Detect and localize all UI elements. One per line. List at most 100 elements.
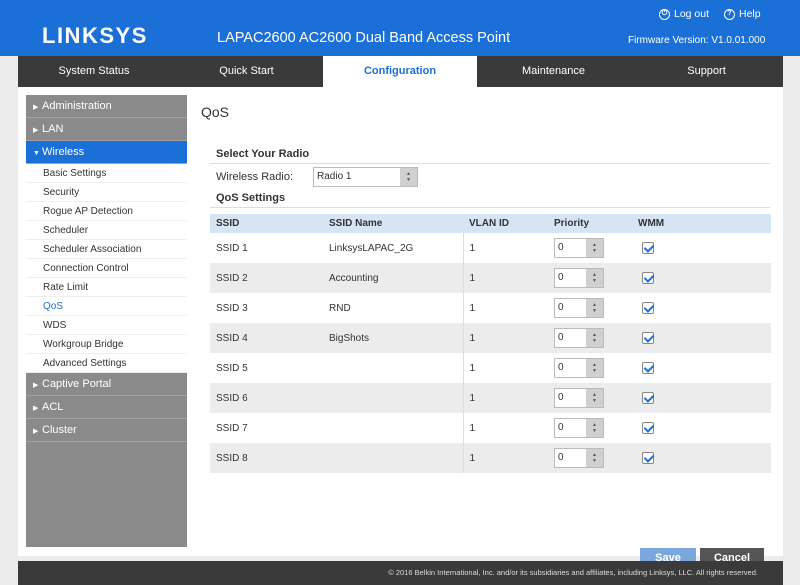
priority-value: 0 <box>558 272 564 283</box>
stepper-arrows-icon[interactable]: ▲ ▼ <box>586 389 603 407</box>
page-title: QoS <box>201 104 230 120</box>
ssid-name-cell <box>323 353 463 383</box>
sidebar-item-security[interactable]: Security <box>26 183 187 202</box>
priority-stepper[interactable]: 0 ▲ ▼ <box>554 448 604 468</box>
ssid-name-cell <box>323 413 463 443</box>
sidebar-item-label: Administration <box>42 100 112 112</box>
wmm-checkbox[interactable] <box>642 302 654 314</box>
priority-cell: 0 ▲ ▼ <box>548 293 632 323</box>
qos-table: SSID SSID Name VLAN ID Priority WMM SSID… <box>210 214 771 473</box>
sidebar-item-wireless[interactable]: ▼ Wireless <box>26 141 187 164</box>
priority-value: 0 <box>558 362 564 373</box>
wmm-checkbox[interactable] <box>642 422 654 434</box>
sidebar-item-qos[interactable]: QoS <box>26 297 187 316</box>
stepper-arrows-icon[interactable]: ▲ ▼ <box>586 449 603 467</box>
stepper-arrows-icon[interactable]: ▲ ▼ <box>586 359 603 377</box>
table-row: SSID 2 Accounting 1 0 ▲ ▼ <box>210 263 771 293</box>
priority-stepper[interactable]: 0 ▲ ▼ <box>554 298 604 318</box>
sidebar-item-label: LAN <box>42 123 64 135</box>
sidebar-item-captive-portal[interactable]: ▶ Captive Portal <box>26 373 187 396</box>
wireless-radio-select[interactable]: Radio 1 ▲ ▼ <box>313 167 418 187</box>
main-tabs: System Status Quick Start Configuration … <box>18 56 783 87</box>
sidebar-item-scheduler-association[interactable]: Scheduler Association <box>26 240 187 259</box>
wmm-checkbox[interactable] <box>642 332 654 344</box>
tab-quick-start[interactable]: Quick Start <box>170 56 323 87</box>
priority-stepper[interactable]: 0 ▲ ▼ <box>554 268 604 288</box>
sidebar-item-basic-settings[interactable]: Basic Settings <box>26 164 187 183</box>
divider <box>210 207 770 208</box>
vlan-id-cell: 1 <box>462 293 548 323</box>
sidebar-item-cluster[interactable]: ▶ Cluster <box>26 419 187 442</box>
sidebar-item-lan[interactable]: ▶ LAN <box>26 118 187 141</box>
stepper-arrows-icon[interactable]: ▲ ▼ <box>586 269 603 287</box>
wmm-checkbox[interactable] <box>642 272 654 284</box>
wmm-checkbox[interactable] <box>642 242 654 254</box>
linksys-logo: LINKSYS <box>42 23 148 48</box>
priority-cell: 0 ▲ ▼ <box>548 263 632 293</box>
vlan-id-cell: 1 <box>462 353 548 383</box>
sidebar-item-connection-control[interactable]: Connection Control <box>26 259 187 278</box>
priority-value: 0 <box>558 332 564 343</box>
vlan-id-cell: 1 <box>462 323 548 353</box>
priority-stepper[interactable]: 0 ▲ ▼ <box>554 358 604 378</box>
sidebar-item-acl[interactable]: ▶ ACL <box>26 396 187 419</box>
sidebar-item-rate-limit[interactable]: Rate Limit <box>26 278 187 297</box>
sidebar-item-label: Wireless <box>42 146 85 158</box>
wmm-cell <box>632 233 771 263</box>
table-row: SSID 3 RND 1 0 ▲ ▼ <box>210 293 771 323</box>
tab-maintenance[interactable]: Maintenance <box>477 56 630 87</box>
stepper-arrows-icon[interactable]: ▲ ▼ <box>586 239 603 257</box>
vlan-id-cell: 1 <box>462 383 548 413</box>
vlan-id-cell: 1 <box>462 263 548 293</box>
priority-stepper[interactable]: 0 ▲ ▼ <box>554 238 604 258</box>
wmm-checkbox[interactable] <box>642 452 654 464</box>
stepper-arrows-icon[interactable]: ▲ ▼ <box>586 299 603 317</box>
sidebar: ▶ Administration ▶ LAN ▼ Wireless Basic Set… <box>26 95 187 547</box>
vlan-id-cell: 1 <box>462 413 548 443</box>
sidebar-item-workgroup-bridge[interactable]: Workgroup Bridge <box>26 335 187 354</box>
sidebar-item-administration[interactable]: ▶ Administration <box>26 95 187 118</box>
sidebar-item-scheduler[interactable]: Scheduler <box>26 221 187 240</box>
sidebar-item-label: ACL <box>42 401 64 413</box>
logout-label: Log out <box>674 8 710 20</box>
table-header-row: SSID SSID Name VLAN ID Priority WMM <box>210 214 771 233</box>
column-header-vlan-id: VLAN ID <box>463 214 548 233</box>
wmm-checkbox[interactable] <box>642 362 654 374</box>
footer-copyright: © 2016 Belkin International, Inc. and/or… <box>18 561 783 585</box>
tab-configuration[interactable]: Configuration <box>323 56 477 87</box>
priority-stepper[interactable]: 0 ▲ ▼ <box>554 418 604 438</box>
logout-link[interactable]: ⏻ Log out <box>659 8 709 20</box>
stepper-arrows-icon[interactable]: ▲ ▼ <box>586 329 603 347</box>
sidebar-item-wds[interactable]: WDS <box>26 316 187 335</box>
sidebar-item-rogue-ap-detection[interactable]: Rogue AP Detection <box>26 202 187 221</box>
tab-support[interactable]: Support <box>630 56 783 87</box>
wmm-cell <box>632 293 771 323</box>
help-label: Help <box>739 8 761 20</box>
ssid-name-cell <box>323 443 463 473</box>
priority-stepper[interactable]: 0 ▲ ▼ <box>554 328 604 348</box>
firmware-version: Firmware Version: V1.0.01.000 <box>628 35 766 46</box>
question-icon: ? <box>724 8 735 20</box>
header-bar: LINKSYS LAPAC2600 AC2600 Dual Band Acces… <box>0 0 800 56</box>
wmm-cell <box>632 353 771 383</box>
help-link[interactable]: ? Help <box>724 8 761 20</box>
priority-cell: 0 ▲ ▼ <box>548 353 632 383</box>
column-header-wmm: WMM <box>632 214 771 233</box>
priority-value: 0 <box>558 242 564 253</box>
sidebar-item-advanced-settings[interactable]: Advanced Settings <box>26 354 187 373</box>
stepper-arrows-icon[interactable]: ▲ ▼ <box>586 419 603 437</box>
column-header-ssid-name: SSID Name <box>323 214 463 233</box>
priority-cell: 0 ▲ ▼ <box>548 233 632 263</box>
ssid-cell: SSID 5 <box>216 362 248 374</box>
wmm-checkbox[interactable] <box>642 392 654 404</box>
ssid-name-cell: BigShots <box>323 323 463 353</box>
caret-right-icon: ▶ <box>33 428 39 435</box>
caret-down-icon: ▼ <box>33 150 40 157</box>
priority-value: 0 <box>558 302 564 313</box>
wireless-submenu: Basic Settings Security Rogue AP Detecti… <box>26 164 187 373</box>
priority-stepper[interactable]: 0 ▲ ▼ <box>554 388 604 408</box>
qos-settings-heading: QoS Settings <box>216 192 286 204</box>
table-row: SSID 7 1 0 ▲ ▼ <box>210 413 771 443</box>
tab-system-status[interactable]: System Status <box>18 56 170 87</box>
caret-right-icon: ▶ <box>33 382 39 389</box>
